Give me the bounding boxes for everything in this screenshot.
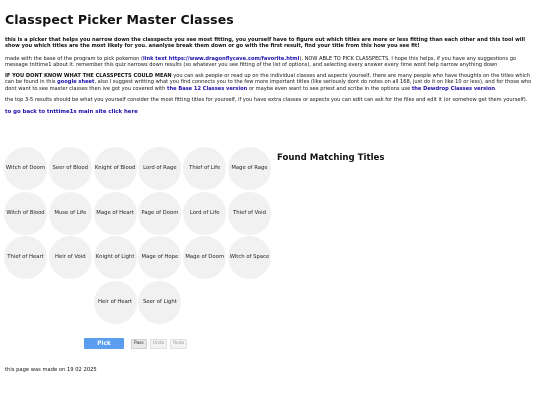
footer-text: this page was made on 19 02 2025 [5,367,97,373]
results-note: the top 3-5 results should be what you y… [5,97,528,104]
undo-button[interactable]: Undo [149,338,168,349]
back-link[interactable]: to go back to tnttime1s main site click … [5,109,535,115]
option-page-of-doom[interactable]: Page of Doom [138,191,182,235]
intro-text: this is a picker that helps you narrow d… [5,37,526,50]
option-seer-of-blood[interactable]: Seer of Blood [48,147,92,190]
page-title: Classpect Picker Master Classes [5,12,234,27]
option-lord-of-life[interactable]: Lord of Life [183,191,227,235]
favorite-link[interactable]: link text https://www.dragonflycave.com/… [143,56,299,62]
option-heir-of-void[interactable]: Heir of Void [48,236,92,279]
redo-button[interactable]: Redo [170,338,188,349]
option-seer-of-light[interactable]: Seer of Light [138,280,182,324]
page-content: Classpect Picker Master Classes this is … [5,0,535,115]
help-heading: IF YOU DONT KNOW WHAT THE CLASSPECTS COU… [5,73,172,80]
help-text-4: . [495,85,497,92]
option-witch-of-doom[interactable]: Witch of Doom [4,147,47,190]
dewdrop-link[interactable]: the Dewdrop Classes version [412,86,495,92]
option-heir-of-heart[interactable]: Heir of Heart [93,280,137,324]
help-paragraph: IF YOU DONT KNOW WHAT THE CLASSPECTS COU… [5,73,535,92]
base12-link[interactable]: the Base 12 Classes version [167,86,247,92]
option-muse-of-life[interactable]: Muse of Life [48,191,92,235]
controls-bar: Pick Pass Undo Redo [84,338,188,349]
option-knight-of-light[interactable]: Knight of Light [93,236,137,279]
option-thief-of-void[interactable]: Thief of Void [228,191,271,235]
pick-button[interactable]: Pick [84,338,124,349]
option-thief-of-life[interactable]: Thief of Life [183,147,227,190]
option-mage-of-hope[interactable]: Mage of Hope [138,236,182,279]
option-mage-of-doom[interactable]: Mage of Doom [183,236,227,279]
option-witch-of-blood[interactable]: Witch of Blood [4,191,47,235]
pass-button[interactable]: Pass [131,338,147,349]
found-matching-title: Found Matching Titles [277,153,385,163]
credits-text: made with the base of the program to pic… [5,55,144,62]
help-text-3: or maybe even want to see priest and scr… [247,85,412,92]
option-witch-of-space[interactable]: Witch of Space [228,236,271,279]
credits-paragraph: made with the base of the program to pic… [5,56,535,69]
option-thief-of-heart[interactable]: Thief of Heart [4,236,47,279]
option-mage-of-heart[interactable]: Mage of Heart [93,191,137,235]
option-mage-of-rage[interactable]: Mage of Rage [228,147,271,190]
option-knight-of-blood[interactable]: Knight of Blood [93,147,137,190]
google-sheet-link[interactable]: google sheet [57,79,94,85]
option-lord-of-rage[interactable]: Lord of Rage [138,147,182,190]
